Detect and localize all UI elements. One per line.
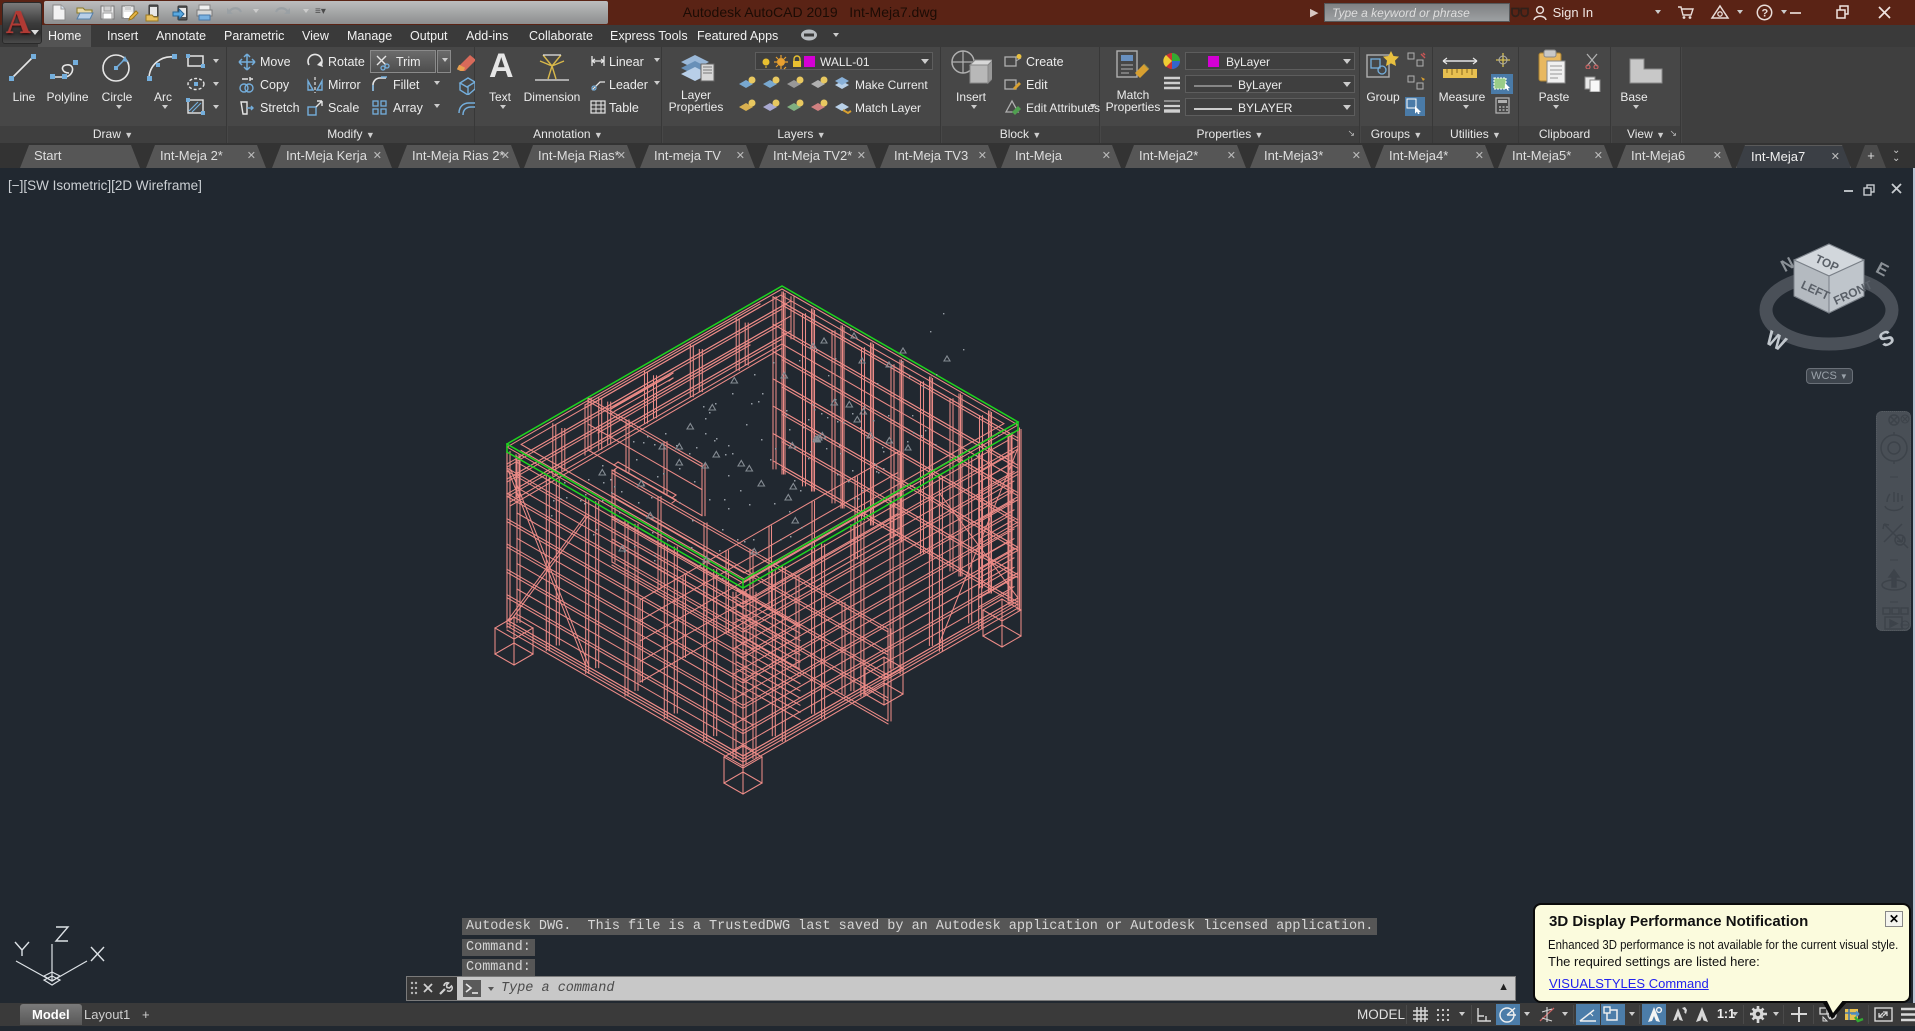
svg-text:S: S [1875, 326, 1898, 353]
svg-text:E: E [1873, 258, 1892, 280]
